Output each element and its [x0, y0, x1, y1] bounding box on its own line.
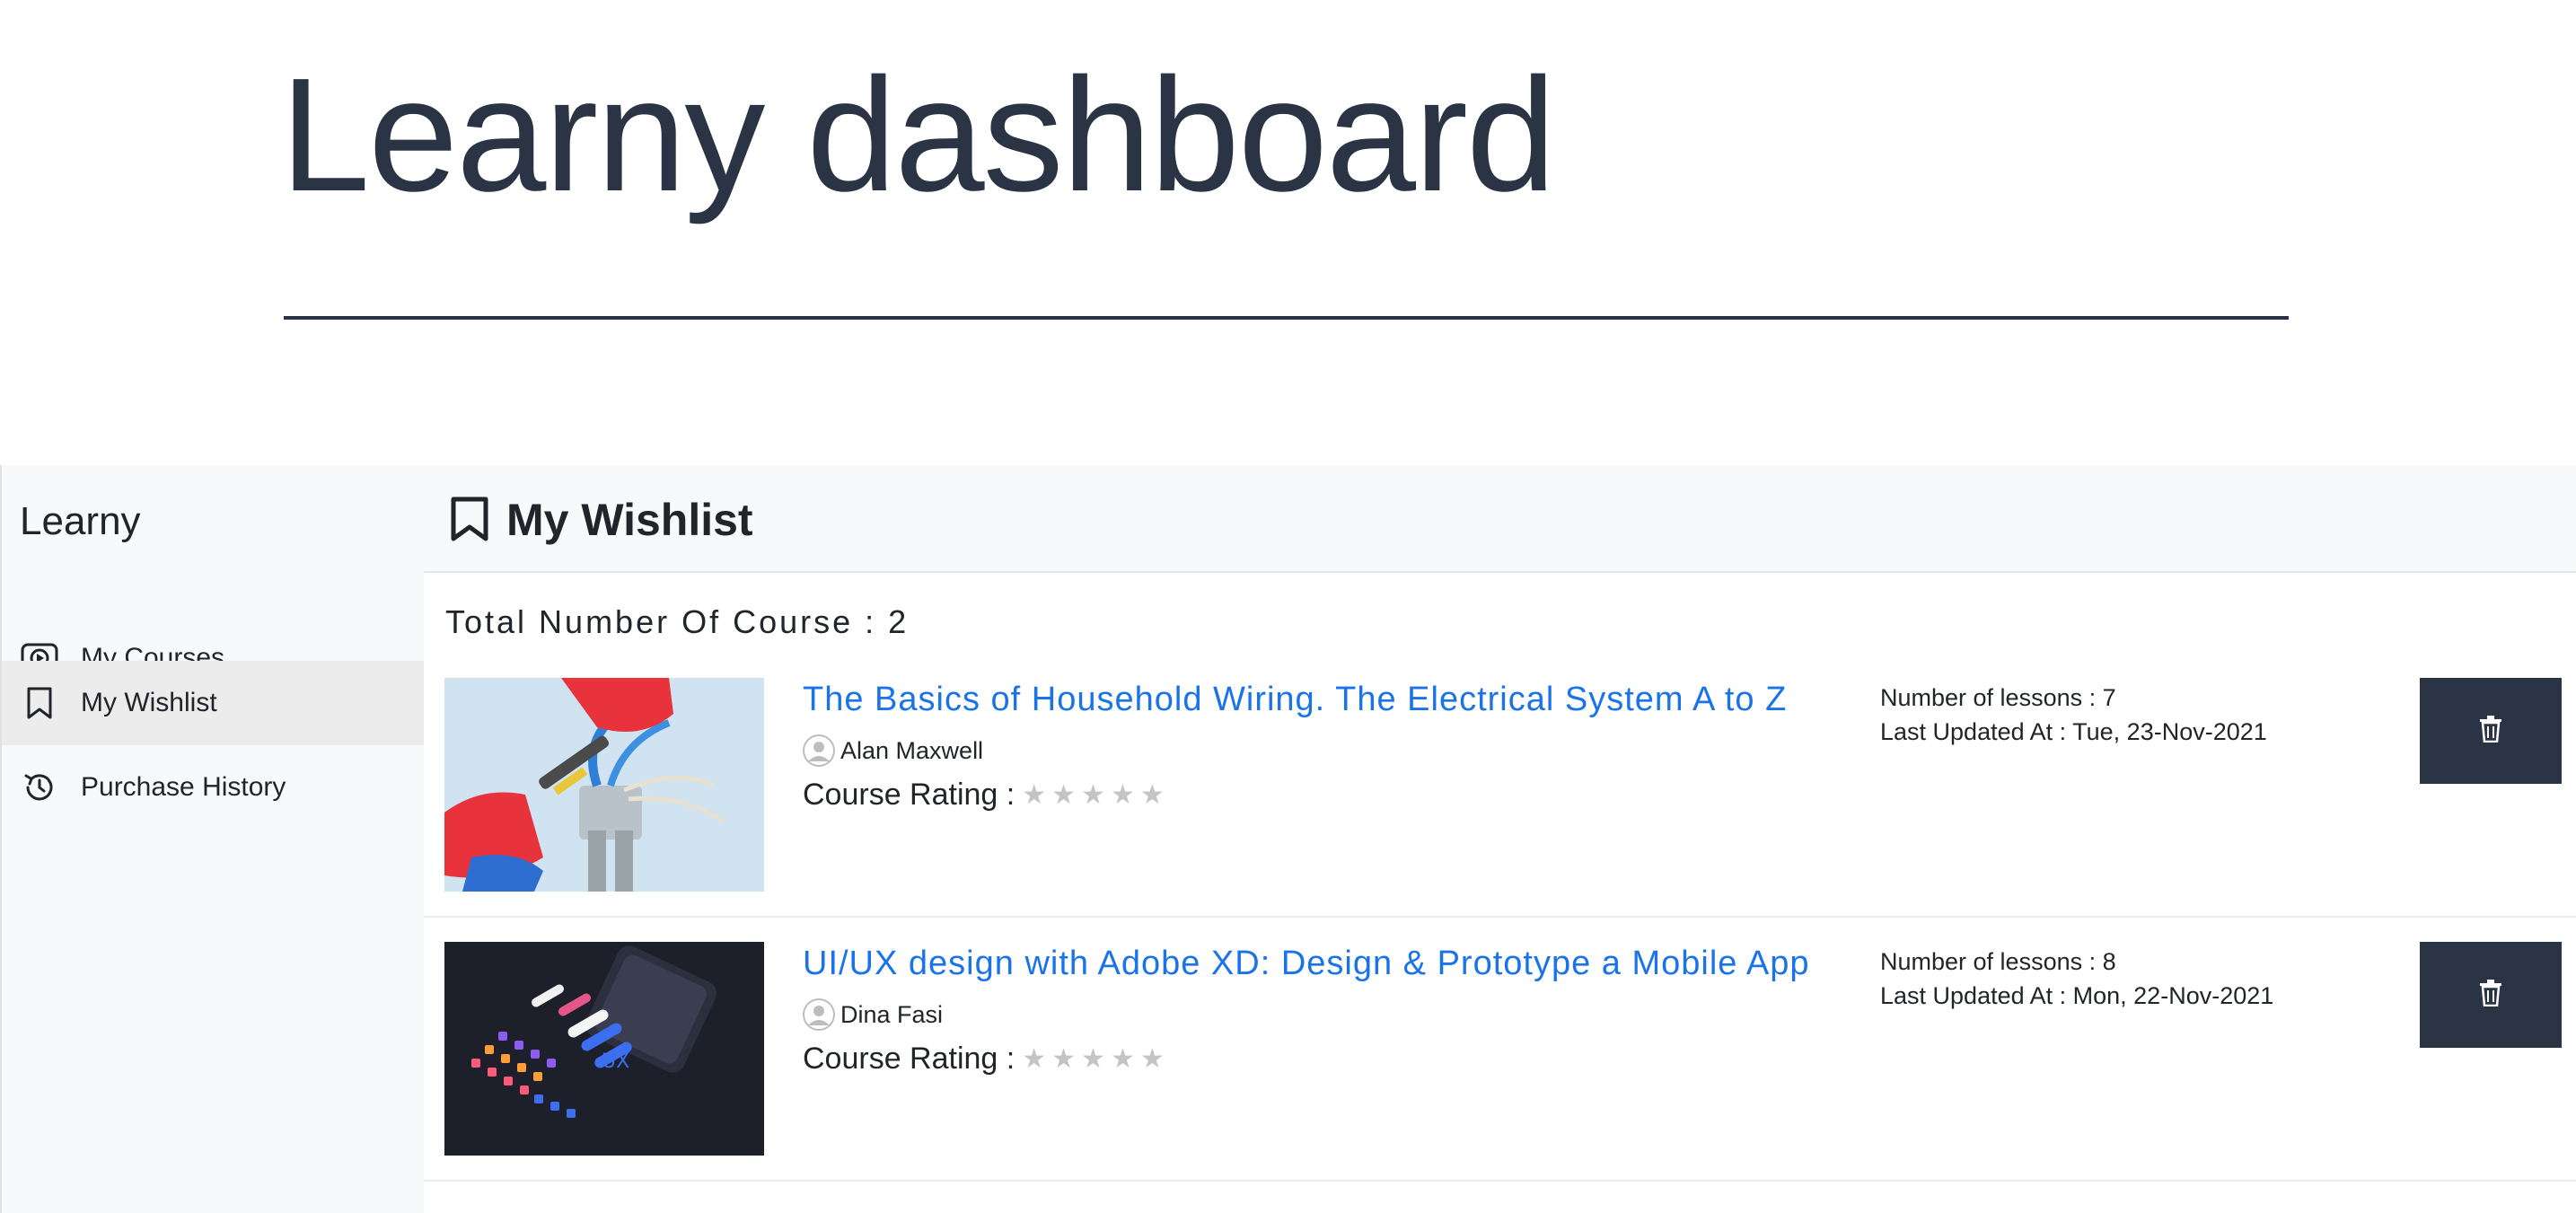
- sidebar-item-label: My Wishlist: [81, 688, 217, 717]
- star-icon: ★: [1081, 780, 1105, 810]
- course-thumbnail[interactable]: UX: [444, 942, 764, 1156]
- star-icon: ★: [1051, 780, 1077, 810]
- star-icon: ★: [1110, 1044, 1135, 1074]
- course-rating: Course Rating : ★ ★ ★ ★ ★: [803, 1042, 1170, 1077]
- main-header: My Wishlist: [424, 465, 2576, 573]
- trash-icon: [2479, 979, 2502, 1011]
- course-title-link[interactable]: The Basics of Household Wiring. The Elec…: [803, 681, 1787, 719]
- course-author: Dina Fasi: [803, 998, 943, 1031]
- wishlist-item: The Basics of Household Wiring. The Elec…: [424, 654, 2576, 918]
- avatar: [803, 998, 835, 1031]
- star-icon: ★: [1110, 780, 1135, 810]
- sidebar-item-purchase-history[interactable]: Purchase History: [2, 745, 424, 830]
- course-thumbnail[interactable]: [444, 678, 764, 892]
- course-meta: Number of lessons : 8 Last Updated At : …: [1880, 945, 2273, 1013]
- svg-text:UX: UX: [602, 1050, 629, 1073]
- star-icon: ★: [1139, 1044, 1165, 1074]
- total-course-count: Total Number Of Course : 2: [445, 603, 910, 640]
- star-icon: ★: [1051, 1044, 1077, 1074]
- remove-from-wishlist-button[interactable]: [2420, 942, 2562, 1048]
- hero-divider: [284, 316, 2289, 320]
- sidebar-item-label: Purchase History: [81, 772, 286, 802]
- author-name: Dina Fasi: [840, 1000, 944, 1028]
- last-updated: Last Updated At : Tue, 23-Nov-2021: [1880, 718, 2267, 745]
- star-icon: ★: [1022, 1044, 1047, 1074]
- rating-label: Course Rating :: [803, 1042, 1015, 1076]
- lesson-count: Number of lessons : 8: [1880, 948, 2116, 975]
- remove-from-wishlist-button[interactable]: [2420, 678, 2562, 784]
- sidebar-item-my-wishlist[interactable]: My Wishlist: [2, 661, 424, 745]
- page-title: Learny dashboard: [280, 45, 1556, 225]
- bookmark-icon: [449, 496, 490, 542]
- history-icon: [20, 768, 59, 807]
- star-icon: ★: [1022, 780, 1047, 810]
- star-icon: ★: [1081, 1044, 1105, 1074]
- bookmark-icon: [20, 683, 59, 723]
- course-meta: Number of lessons : 7 Last Updated At : …: [1880, 681, 2267, 749]
- trash-icon: [2479, 715, 2502, 747]
- sidebar: Learny My Courses My Wishlist Purchase H…: [2, 465, 424, 1213]
- last-updated: Last Updated At : Mon, 22-Nov-2021: [1880, 982, 2274, 1009]
- hero-section: Learny dashboard: [0, 0, 2576, 465]
- avatar: [803, 734, 835, 767]
- course-title-link[interactable]: UI/UX design with Adobe XD: Design & Pro…: [803, 945, 1809, 983]
- section-title: My Wishlist: [506, 495, 753, 545]
- main-content: My Wishlist Total Number Of Course : 2 T…: [424, 465, 2576, 1213]
- star-icon: ★: [1139, 780, 1165, 810]
- author-name: Alan Maxwell: [840, 736, 984, 764]
- sidebar-brand: Learny: [20, 499, 141, 543]
- course-rating: Course Rating : ★ ★ ★ ★ ★: [803, 778, 1170, 813]
- rating-label: Course Rating :: [803, 778, 1015, 812]
- wishlist-item: UX UI/UX design with Adobe XD: Design & …: [424, 918, 2576, 1182]
- course-author: Alan Maxwell: [803, 734, 983, 767]
- lesson-count: Number of lessons : 7: [1880, 684, 2116, 711]
